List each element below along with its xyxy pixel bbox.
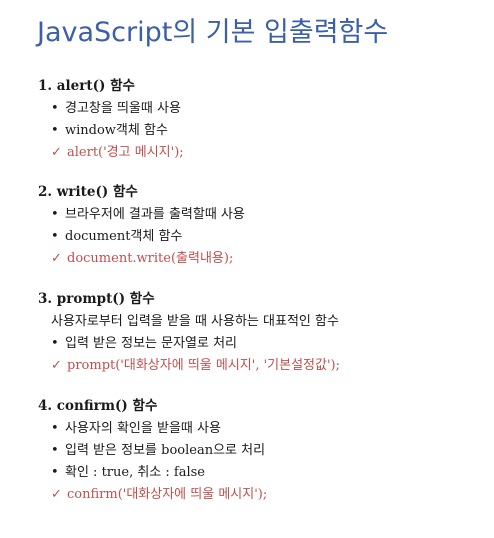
checkmark-icon: ✓: [51, 358, 62, 373]
section-write: 2. write() 함수 • 브라우저에 결과를 출력할때 사용 • docu…: [38, 181, 478, 270]
section-heading: 4. confirm() 함수: [38, 398, 158, 414]
section-heading: 3. prompt() 함수: [38, 291, 155, 307]
list-item: • 확인 : true, 취소 : false: [38, 462, 478, 484]
bullet-icon: •: [51, 207, 59, 222]
code-example: ✓ alert('경고 메시지');: [38, 142, 478, 164]
bullet-icon: •: [51, 443, 59, 458]
bullet-icon: •: [51, 336, 59, 351]
list-item: • 입력 받은 정보를 boolean으로 처리: [38, 440, 478, 462]
code-example: ✓ document.write(출력내용);: [38, 248, 478, 270]
list-item: • 브라우저에 결과를 출력할때 사용: [38, 204, 478, 226]
list-item-text: 브라우저에 결과를 출력할때 사용: [65, 207, 245, 222]
list-item: • 경고창을 띄울때 사용: [38, 98, 478, 120]
section-intro: 사용자로부터 입력을 받을 때 사용하는 대표적인 함수: [38, 311, 478, 333]
page-title: JavaScript의 기본 입출력함수: [37, 17, 389, 48]
section-alert: 1. alert() 함수 • 경고창을 띄울때 사용 • window객체 함…: [38, 75, 478, 164]
code-example-text: document.write(출력내용);: [67, 251, 234, 266]
checkmark-icon: ✓: [51, 145, 62, 160]
list-item-text: 확인 : true, 취소 : false: [65, 465, 205, 480]
section-prompt: 3. prompt() 함수 사용자로부터 입력을 받을 때 사용하는 대표적인…: [38, 288, 478, 377]
code-example-text: prompt('대화상자에 띄울 메시지', '기본설정값');: [67, 358, 340, 373]
bullet-icon: •: [51, 229, 59, 244]
section-heading: 1. alert() 함수: [38, 78, 135, 94]
section-intro-text: 사용자로부터 입력을 받을 때 사용하는 대표적인 함수: [51, 314, 339, 329]
checkmark-icon: ✓: [51, 487, 62, 502]
bullet-icon: •: [51, 465, 59, 480]
checkmark-icon: ✓: [51, 251, 62, 266]
code-example-text: confirm('대화상자에 띄울 메시지');: [67, 487, 268, 502]
list-item-text: document객체 함수: [65, 229, 183, 244]
code-example: ✓ prompt('대화상자에 띄울 메시지', '기본설정값');: [38, 355, 478, 377]
bullet-icon: •: [51, 123, 59, 138]
list-item: • 사용자의 확인을 받을때 사용: [38, 418, 478, 440]
section-heading: 2. write() 함수: [38, 184, 138, 200]
list-item-text: 경고창을 띄울때 사용: [65, 101, 181, 116]
list-item-text: 사용자의 확인을 받을때 사용: [65, 421, 221, 436]
list-item-text: window객체 함수: [65, 123, 168, 138]
code-example: ✓ confirm('대화상자에 띄울 메시지');: [38, 484, 478, 506]
list-item-text: 입력 받은 정보는 문자열로 처리: [65, 336, 238, 351]
list-item: • window객체 함수: [38, 120, 478, 142]
list-item: • 입력 받은 정보는 문자열로 처리: [38, 333, 478, 355]
list-item: • document객체 함수: [38, 226, 478, 248]
bullet-icon: •: [51, 101, 59, 116]
list-item-text: 입력 받은 정보를 boolean으로 처리: [65, 443, 266, 458]
bullet-icon: •: [51, 421, 59, 436]
section-confirm: 4. confirm() 함수 • 사용자의 확인을 받을때 사용 • 입력 받…: [38, 395, 478, 506]
code-example-text: alert('경고 메시지');: [67, 145, 184, 160]
